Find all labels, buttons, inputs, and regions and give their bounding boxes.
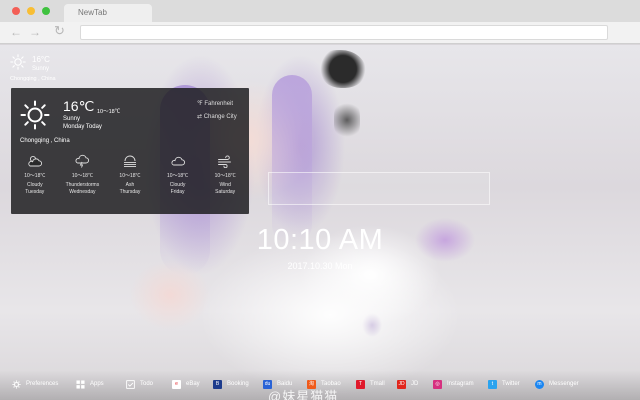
preferences-button[interactable]: Preferences bbox=[12, 379, 58, 389]
forecast-item: 10～18℃ Cloudy Friday bbox=[154, 154, 202, 210]
wallpaper-shape bbox=[334, 100, 360, 140]
preferences-label: Preferences bbox=[26, 381, 59, 387]
cloudy-sun-icon bbox=[28, 155, 42, 167]
forecast-condition: Wind bbox=[219, 182, 231, 188]
todo-button[interactable]: Todo bbox=[126, 379, 153, 389]
current-condition: Sunny bbox=[63, 116, 81, 122]
tmall-label: Tmall bbox=[370, 381, 385, 387]
close-window-button[interactable] bbox=[12, 7, 20, 15]
tmall-icon: T bbox=[356, 379, 365, 389]
back-arrow-icon[interactable]: ← bbox=[10, 25, 22, 39]
forecast-day: Wednesday bbox=[69, 189, 96, 195]
tmall-link[interactable]: T Tmall bbox=[356, 379, 385, 389]
booking-icon: B bbox=[213, 379, 222, 389]
forecast-range: 10～18℃ bbox=[71, 173, 93, 179]
wallpaper-shape bbox=[272, 75, 312, 245]
forecast-condition: Cloudy bbox=[169, 182, 186, 188]
instagram-link[interactable]: ◎ Instagram bbox=[433, 379, 474, 389]
checkbox-icon bbox=[126, 379, 135, 389]
forecast-list: 10～18℃ Cloudy Tuesday 10～18℃ Thunderstor… bbox=[11, 154, 249, 210]
mini-temperature: 16°C bbox=[32, 55, 50, 64]
search-input[interactable] bbox=[268, 172, 490, 205]
forecast-condition: Thunderstorms bbox=[65, 182, 100, 188]
browser-titlebar: NewTab bbox=[0, 0, 640, 22]
ebay-icon: e bbox=[172, 379, 181, 389]
messenger-icon: m bbox=[535, 379, 544, 389]
jd-icon: JD bbox=[397, 379, 406, 389]
thunderstorm-icon bbox=[75, 154, 90, 168]
forecast-range: 10～18℃ bbox=[214, 173, 236, 179]
cloud-icon bbox=[171, 156, 185, 166]
mini-location: Chongqing , China bbox=[10, 76, 56, 82]
ash-icon bbox=[123, 155, 136, 167]
reload-icon[interactable]: ↻ bbox=[54, 24, 65, 38]
mini-condition: Sunny bbox=[32, 66, 50, 72]
sun-icon bbox=[10, 54, 26, 70]
forecast-item: 10～18℃ Cloudy Tuesday bbox=[11, 154, 59, 210]
maximize-window-button[interactable] bbox=[42, 7, 50, 15]
jd-label: JD bbox=[411, 381, 419, 387]
change-city-button[interactable]: ⇄ Change City bbox=[197, 113, 237, 120]
clock-time: 10:10 AM bbox=[256, 224, 384, 256]
forecast-condition: Cloudy bbox=[27, 182, 43, 188]
watermark: @妹星猫猫 bbox=[268, 389, 339, 400]
temperature-range: 10～18℃ bbox=[97, 109, 121, 115]
browser-toolbar: ← → ↻ bbox=[0, 22, 640, 44]
forecast-condition: Ash bbox=[125, 182, 135, 188]
forecast-day: Thursday bbox=[119, 189, 141, 195]
booking-label: Booking bbox=[227, 381, 249, 387]
clock-date: 2017.10.30 Mon bbox=[287, 261, 353, 271]
forward-arrow-icon[interactable]: → bbox=[29, 25, 41, 39]
twitter-icon: t bbox=[488, 379, 497, 389]
forecast-item: 10～18℃ Wind Saturday bbox=[201, 154, 249, 210]
forecast-item: 10～18℃ Thunderstorms Wednesday bbox=[59, 154, 107, 210]
apps-button[interactable]: Apps bbox=[76, 379, 104, 389]
minimize-window-button[interactable] bbox=[27, 7, 35, 15]
forecast-item: 10～18℃ Ash Thursday bbox=[106, 154, 154, 210]
instagram-label: Instagram bbox=[447, 381, 474, 387]
forecast-range: 10～18℃ bbox=[167, 173, 189, 179]
jd-link[interactable]: JD JD bbox=[397, 379, 418, 389]
messenger-link[interactable]: m Messenger bbox=[535, 379, 579, 389]
current-day: Monday Today bbox=[63, 124, 102, 130]
current-temperature: 16℃ bbox=[63, 98, 95, 114]
instagram-icon: ◎ bbox=[433, 379, 442, 389]
messenger-label: Messenger bbox=[549, 381, 579, 387]
address-bar[interactable] bbox=[80, 25, 608, 40]
wind-icon bbox=[218, 155, 232, 168]
todo-label: Todo bbox=[140, 381, 154, 387]
forecast-day: Friday bbox=[170, 189, 185, 195]
forecast-day: Saturday bbox=[215, 189, 236, 195]
forecast-day: Tuesday bbox=[25, 189, 45, 195]
grid-icon bbox=[76, 379, 85, 389]
gear-icon bbox=[12, 379, 21, 389]
weather-panel: 16℃ 10～18℃ Sunny Monday Today ℉ Fahrenhe… bbox=[11, 88, 249, 214]
weather-location: Chongqing , China bbox=[20, 138, 70, 144]
tab-title: NewTab bbox=[78, 8, 107, 17]
weather-mini-widget[interactable]: 16°C Sunny Chongqing , China bbox=[10, 52, 66, 88]
wallpaper-shape bbox=[320, 50, 366, 88]
fahrenheit-toggle[interactable]: ℉ Fahrenheit bbox=[197, 100, 233, 107]
booking-link[interactable]: B Booking bbox=[213, 379, 249, 389]
forecast-range: 10～18℃ bbox=[24, 173, 46, 179]
ebay-link[interactable]: e eBay bbox=[172, 379, 200, 389]
apps-label: Apps bbox=[90, 381, 104, 387]
twitter-label: Twitter bbox=[502, 381, 520, 387]
sun-icon bbox=[20, 100, 50, 130]
twitter-link[interactable]: t Twitter bbox=[488, 379, 520, 389]
browser-tab[interactable]: NewTab bbox=[64, 4, 152, 22]
forecast-range: 10～18℃ bbox=[119, 173, 141, 179]
ebay-label: eBay bbox=[186, 381, 200, 387]
